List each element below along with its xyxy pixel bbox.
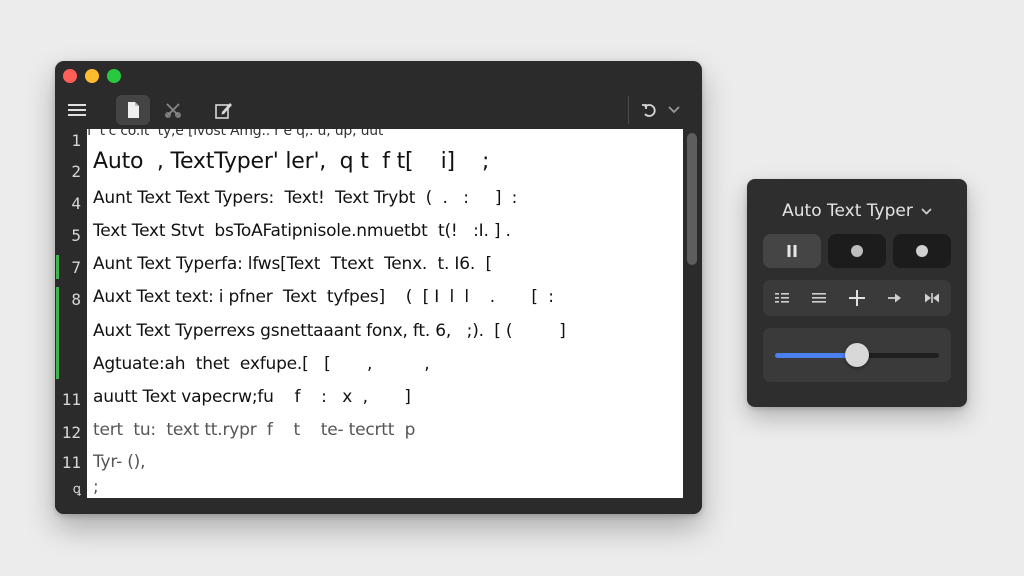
line-number: 1 [71,131,81,150]
edit-button[interactable] [209,95,239,125]
line-number: 2 [71,162,81,181]
line-number: ꝗ [72,482,81,497]
line-number: 5 [71,226,81,245]
undo-button[interactable] [637,95,661,125]
skip-button[interactable] [919,285,945,311]
editor-toolbar [55,91,702,129]
code-line: Tyr- (), [93,452,146,472]
plus-icon [848,290,865,306]
line-number: 8 [71,290,81,309]
record-icon [851,245,863,257]
change-marker [56,255,59,279]
panel-title-dropdown[interactable]: Auto Text Typer [747,201,967,221]
editor-text-area[interactable]: f' t'c co.it ty,e [ivost Amg.. r'e q,. u… [87,129,683,498]
code-line: auutt Text vapecrw;fu f : x , ] [93,387,411,407]
list-lines-icon [774,293,789,303]
edit-pencil-icon [215,103,232,119]
code-line: ; [93,477,99,497]
scrollbar-thumb[interactable] [687,133,697,265]
hamburger-menu-icon [68,104,86,116]
speed-slider-container [763,328,951,382]
menu-button[interactable] [63,95,91,125]
skip-icon [925,293,940,303]
toolbar-dropdown-button[interactable] [664,95,684,125]
code-line: Aunt Text Typerfa: lfws[Text Ttext Tenx.… [93,254,492,274]
speed-slider-track[interactable] [775,343,939,367]
code-line: Auxt Text Typerrexs gsnettaaant fonx, ft… [93,321,566,341]
chevron-down-icon [921,207,932,215]
chevron-down-icon [668,106,680,114]
line-number: 12 [61,423,81,442]
code-line: tert tu: text tt.rypr f t te- tecrtt p [93,420,416,440]
zoom-window-button[interactable] [107,69,121,83]
close-window-button[interactable] [63,69,77,83]
code-line: Auto , TextTyper' ler', q t f t[ i] ; [93,149,490,174]
panel-tool-row [763,280,951,316]
panel-title: Auto Text Typer [782,201,913,221]
code-line: Text Text Stvt bsToAFatipnisole.nmuetbt … [93,221,511,241]
record-button[interactable] [828,234,886,268]
vertical-scrollbar[interactable] [683,129,702,514]
add-button[interactable] [844,285,870,311]
code-line: f' t'c co.it ty,e [ivost Amg.. r'e q,. u… [87,129,384,139]
auto-text-typer-panel: Auto Text Typer [747,179,967,407]
cut-button[interactable] [159,95,187,125]
stop-button[interactable] [893,234,951,268]
window-controls [63,69,121,83]
line-number: 7 [71,258,81,277]
editor-window: 1 2 4 5 7 8 11 12 11 ꝗ f' t'c co.it ty,e… [55,61,702,514]
pause-button[interactable] [763,234,821,268]
code-line: Auxt Text text: i pfner Text tyfpes] ( [… [93,287,554,307]
undo-icon [642,104,656,117]
code-line: Agtuate:ah thet exfupe.[ [ , , [93,354,430,374]
minimize-window-button[interactable] [85,69,99,83]
line-number: 11 [61,453,81,472]
toolbar-separator [628,96,629,124]
line-number: 4 [71,194,81,213]
list-button[interactable] [806,285,832,311]
align-left-button[interactable] [769,285,795,311]
editor-bottom-bar [87,498,683,514]
line-number: 11 [61,390,81,409]
code-line: Aunt Text Text Typers: Text! Text Trybt … [93,188,518,208]
fast-forward-icon [887,293,901,303]
scissors-icon [165,103,181,118]
new-file-icon [128,102,139,118]
record-icon [916,245,928,257]
new-file-button[interactable] [116,95,150,125]
pause-icon [787,245,797,257]
list-icon [812,293,827,303]
speed-slider-knob[interactable] [845,343,869,367]
line-number-gutter: 1 2 4 5 7 8 11 12 11 ꝗ [55,129,87,514]
change-marker [56,287,59,379]
fast-forward-button[interactable] [882,285,908,311]
